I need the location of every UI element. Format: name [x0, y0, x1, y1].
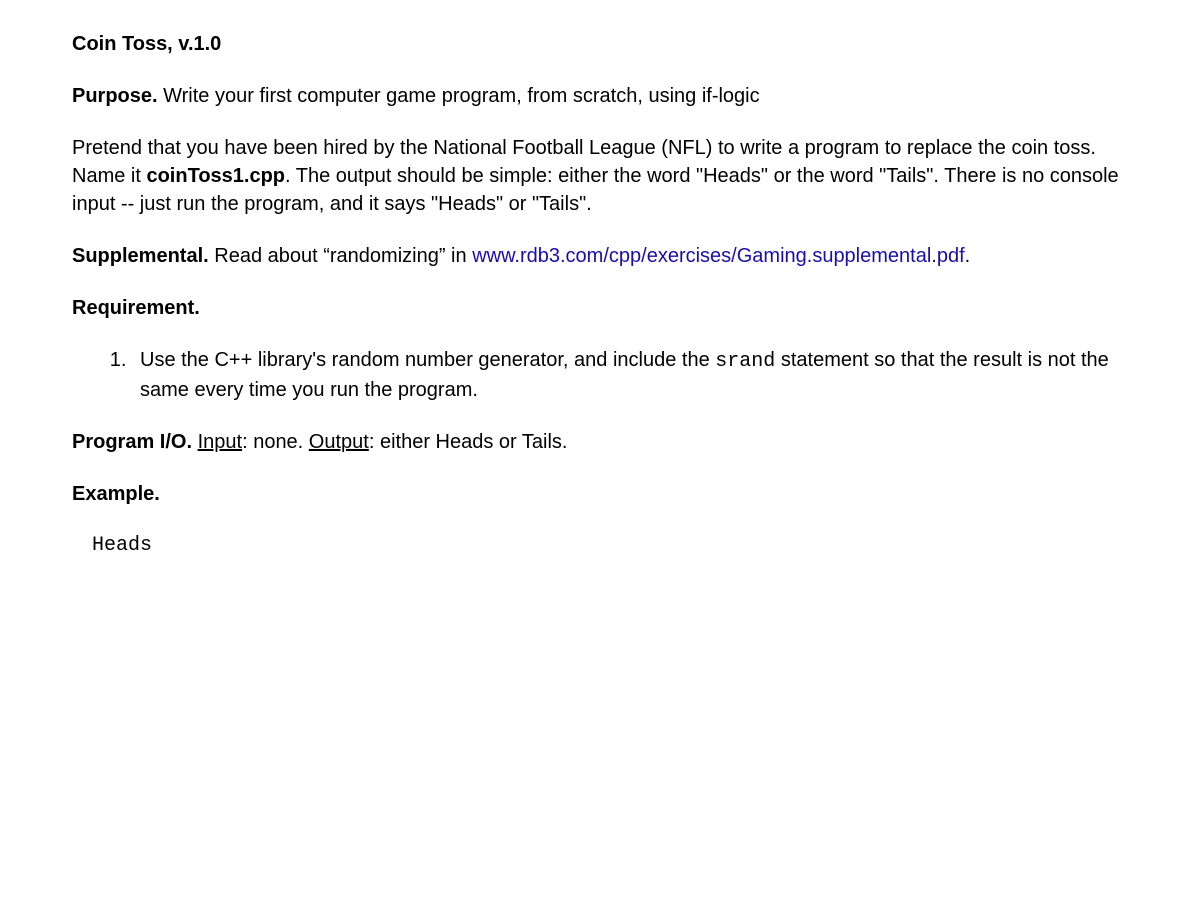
supplemental-link[interactable]: www.rdb3.com/cpp/exercises/Gaming.supple… — [472, 245, 964, 267]
requirement-item-1-code: srand — [715, 350, 775, 373]
example-heading: Example. — [72, 480, 1128, 508]
purpose-paragraph: Purpose. Write your first computer game … — [72, 82, 1128, 110]
requirement-item-1: Use the C++ library's random number gene… — [132, 346, 1128, 404]
supplemental-label: Supplemental. — [72, 245, 209, 267]
purpose-text: Write your first computer game program, … — [158, 85, 760, 107]
supplemental-after: . — [965, 245, 971, 267]
purpose-label: Purpose. — [72, 85, 158, 107]
io-output-text: : either Heads or Tails. — [369, 431, 568, 453]
scenario-filename: coinToss1.cpp — [146, 165, 285, 187]
requirement-list: Use the C++ library's random number gene… — [72, 346, 1128, 404]
io-paragraph: Program I/O. Input: none. Output: either… — [72, 428, 1128, 456]
io-input-text: : none. — [242, 431, 309, 453]
scenario-paragraph: Pretend that you have been hired by the … — [72, 134, 1128, 218]
document-title: Coin Toss, v.1.0 — [72, 30, 1128, 58]
io-label: Program I/O. — [72, 431, 192, 453]
example-output: Heads — [92, 532, 1128, 560]
requirement-heading: Requirement. — [72, 294, 1128, 322]
io-input-label: Input — [198, 431, 242, 453]
supplemental-text: Read about “randomizing” in — [209, 245, 472, 267]
supplemental-paragraph: Supplemental. Read about “randomizing” i… — [72, 242, 1128, 270]
requirement-label: Requirement. — [72, 297, 200, 319]
io-output-label: Output — [309, 431, 369, 453]
requirement-item-1-text-1: Use the C++ library's random number gene… — [140, 349, 715, 371]
example-label: Example. — [72, 483, 160, 505]
